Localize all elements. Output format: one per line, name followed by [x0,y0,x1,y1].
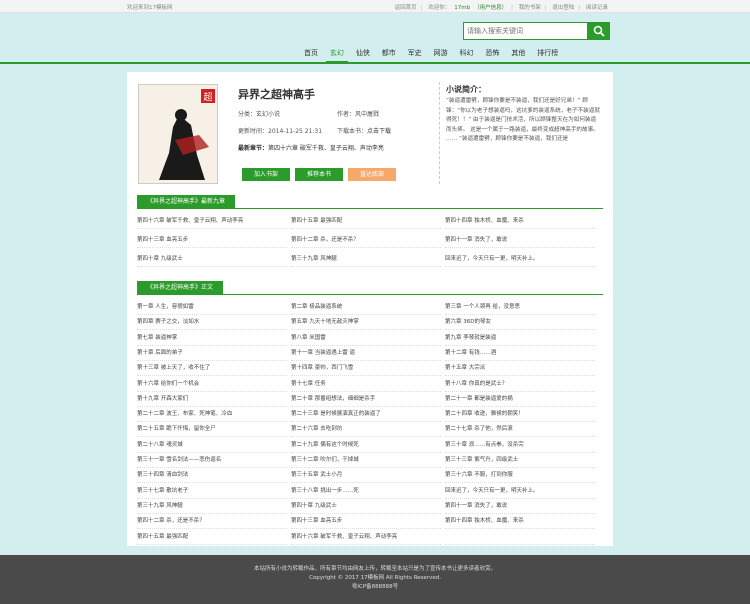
latest-label: 最新章节： [238,145,269,152]
latest-chapter: 最新章节：第四十六章 破军千救、皇子云翔、声动李亮 [238,143,384,152]
chapter-link[interactable]: 第九章 李琴就是装逼 [445,332,595,346]
chapter-link[interactable]: 第四十四章 独木桥、血魔、来杀 [445,215,595,229]
reading-history-link[interactable]: 阅读记录 [586,5,608,11]
chapter-link[interactable]: 第五章 九天十地无敌灭神掌 [291,316,441,331]
top-bar: 欢迎来到17模板网 返回首页 | 欢迎你： 17mb （用户信息） | 我的书架 | 退出… [0,0,750,13]
chapter-link[interactable]: 第三十章 浪……有点拳，没杀完 [445,439,595,453]
chapter-link[interactable]: 第四十章 九级武士 [137,253,287,267]
all-section-title: 《异界之超神高手》正文 [137,281,224,295]
book-updated: 更新时间：2014-11-25 21:31 [238,128,323,135]
chapter-link[interactable]: 第四十六章 破军千救、皇子云翔、声动李亮 [291,531,441,545]
chapter-link[interactable]: 第三十五章 武士小月 [291,469,441,484]
chapter-link[interactable]: 第二十章 那番组想法，细细是杀手 [291,393,441,407]
chapter-link[interactable]: 第二十三章 是时候展演真正的装逼了 [291,408,441,423]
recommend-button[interactable]: 推荐本书 [295,168,343,181]
chapter-link[interactable]: 第四十二章 杀，还是不杀？ [291,234,441,248]
go-bottom-button[interactable]: 直达底部 [348,168,396,181]
cover-art: 超 [139,85,217,183]
book-author: 作者：风中屠戮 [337,111,380,118]
user-info-link[interactable]: （用户信息） [474,5,507,11]
top-links: 返回首页 | 欢迎你： 17mb （用户信息） | 我的书架 | 退出登陆 | 阅读记录 [394,5,608,11]
chapter-link[interactable]: 第三章 一个人颈再 给，没意思 [445,301,595,315]
chapter-link[interactable]: 第四章 赛子之交，淡如水 [137,316,287,331]
chapter-link[interactable]: 第十二章 有钱……酒 [445,347,595,361]
main-content: 超 异界之超神高手 分类：玄幻小说 作者：风中屠戮 更新时间：2014-11-2… [127,72,613,546]
chapter-link[interactable]: 第二十六章 去吃刻坊 [291,423,441,438]
chapter-link[interactable]: 第三十四章 清血剑法 [137,469,287,484]
chapter-link[interactable]: 第二十四章 收逊，雅候的朝笑！ [445,408,595,423]
intro-panel: 小说简介： “装逼遭雷劈，顾锋你要是不装逼，我们还是好兄弟！” 顾锋：“你以为老… [439,82,601,184]
home-link[interactable]: 返回首页 [395,5,417,11]
chapter-link[interactable]: 第四十章 九级武士 [291,500,441,514]
chapter-link[interactable]: 第二章 极品装逼系统 [291,301,441,315]
chapter-link[interactable]: 第四十一章 消失了，敢说 [445,500,595,514]
username-link[interactable]: 17mb [454,5,470,11]
chapter-link[interactable]: 回来迟了，今天只有一更，明天补上。 [445,253,595,267]
book-cover[interactable]: 超 [138,84,218,184]
chapter-link[interactable]: 第二十九章 偶有这个时候死 [291,439,441,453]
chapter-link[interactable]: 第一章 人生，容貌如雷 [137,301,287,315]
intro-title: 小说简介： [446,85,486,94]
search-button[interactable] [588,22,610,40]
chapter-link[interactable]: 第三十一章 雪名剑法——悲伤逼名 [137,454,287,468]
chapter-link[interactable]: 第十七章 任务 [291,378,441,392]
chapter-link[interactable]: 第三十九章 风神腿 [291,253,441,267]
welcome-text: 欢迎来到17模板网 [127,5,173,11]
chapter-link[interactable]: 第三十二章 吹尔们，干掉城 [291,454,441,468]
intro-text: “装逼遭雷劈，顾锋你要是不装逼，我们还是好兄弟！” 顾锋：“你以为老子想装逼吗，… [446,98,600,142]
book-download: 下载本书：点击下载 [337,126,391,135]
download-link[interactable]: 点击下载 [367,128,391,135]
chapter-link[interactable]: 第三十七章 散坑老子 [137,485,287,499]
bookshelf-link[interactable]: 我的书架 [519,5,541,11]
chapter-link[interactable]: 第四十二章 杀，还是不杀？ [137,515,287,530]
chapter-link[interactable]: 第三十九章 风神腿 [137,500,287,514]
cover-badge: 超 [203,91,212,103]
chapter-link[interactable]: 第二十二章 波王、布家、死神笔、冷血 [137,408,287,423]
chapter-link[interactable]: 回来迟了，今天只有一更，明天补上。 [445,485,595,499]
download-label: 下载本书： [337,128,368,135]
search-icon [593,25,605,37]
all-section-header: 《异界之超神高手》正文 [137,281,603,295]
chapter-link[interactable]: 第十四章 豪帅，西门飞雪 [291,362,441,377]
chapter-link[interactable]: 第二十七章 杀了他，然后滚 [445,423,595,438]
chapter-link[interactable]: 第三十六章 不服，打到你服 [445,469,595,484]
latest-chapter-link[interactable]: 第四十六章 破军千救、皇子云翔、声动李亮 [268,145,384,152]
chapter-link[interactable]: 第十六章 给你们一个机会 [137,378,287,392]
book-title: 异界之超神高手 [238,88,315,101]
add-bookshelf-button[interactable]: 加入书架 [242,168,290,181]
chapter-link[interactable]: 第十三章 被上天了，收不住了 [137,362,287,377]
chapter-link[interactable]: 第二十八章 魂灵城 [137,439,287,453]
chapter-link[interactable]: 第四十六章 破军千救、皇子云翔、声动李亮 [137,215,287,229]
chapter-link[interactable]: 第四十一章 消失了，敢说 [445,234,595,248]
chapter-link[interactable]: 第十九章 开森大家们 [137,393,287,407]
chapter-link[interactable]: 第二十一章 都是装逼爱的祸 [445,393,595,407]
chapter-link[interactable]: 第十章 后面的弟子 [137,347,287,361]
chapter-link[interactable]: 第六章 36D的琴女 [445,316,595,331]
chapter-link [445,531,595,545]
chapter-link[interactable]: 第十八章 你真的是武士？ [445,378,595,392]
chapter-link[interactable]: 第七章 装逼神掌 [137,332,287,346]
footer-copyright: Copyright © 2017 17模板网 All Rights Reserv… [309,575,441,581]
chapter-link[interactable]: 第四十三章 血亮五步 [137,234,287,248]
footer-icp: 粤ICP备888888号 [351,584,399,590]
chapter-link[interactable]: 第四十三章 血亮五步 [291,515,441,530]
welcome-label: 欢迎你： [428,5,451,11]
latest-section-header: 《异界之超神高手》最新九章 [137,195,603,209]
chapter-link[interactable]: 第二十五章 跪下仟悔，留你全尸 [137,423,287,438]
chapter-link[interactable]: 第八章 米国雷 [291,332,441,346]
logout-link[interactable]: 退出登陆 [552,5,574,11]
chapter-link[interactable]: 第三十八章 挑出一步……死 [291,485,441,499]
chapter-link[interactable]: 第十一章 当装逼遇上雷 逼 [291,347,441,361]
chapter-link[interactable]: 第四十四章 独木桥、血魔、来杀 [445,515,595,530]
chapter-link[interactable]: 第四十五章 最强匹配 [137,531,287,545]
footer-disclaimer: 本站所有小说为转载作品，所有章节均由网友上传，转载至本站只是为了宣传本书让更多读… [253,566,496,572]
footer: 本站所有小说为转载作品，所有章节均由网友上传，转载至本站只是为了宣传本书让更多读… [0,555,750,604]
book-category: 分类：玄幻小说 [238,111,281,118]
chapter-link[interactable]: 第十五章 大宗派 [445,362,595,377]
nav-divider [0,62,750,64]
search-input[interactable] [463,22,588,40]
chapter-link[interactable]: 第四十五章 最强匹配 [291,215,441,229]
chapter-link[interactable]: 第三十三章 紫气升，四级武士 [445,454,595,468]
latest-section-title: 《异界之超神高手》最新九章 [137,195,236,209]
